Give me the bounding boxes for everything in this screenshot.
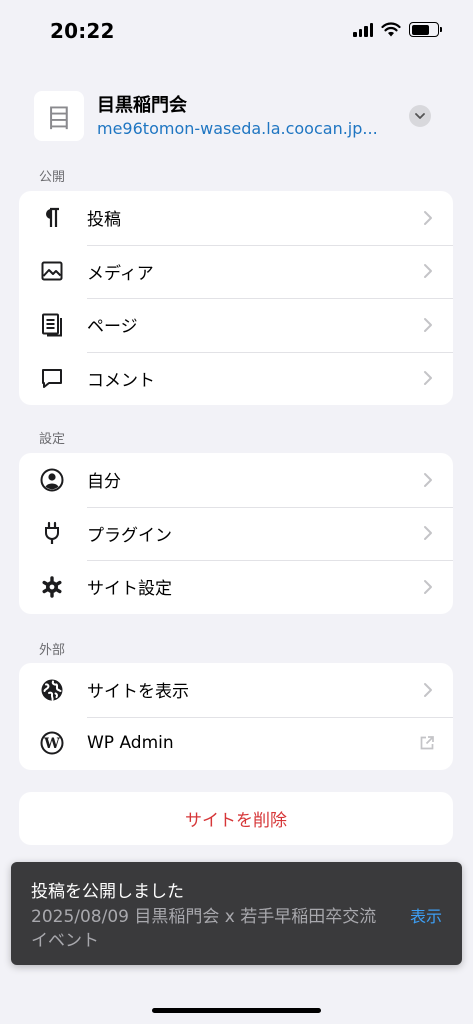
plug-icon xyxy=(40,521,64,545)
pages-icon xyxy=(40,313,64,337)
chevron-right-icon xyxy=(424,317,432,332)
site-title: 目黒稲門会 xyxy=(97,95,187,116)
wordpress-icon: W xyxy=(40,731,64,755)
chevron-down-icon xyxy=(415,113,425,119)
chevron-right-icon xyxy=(424,371,432,386)
menu-item-site-settings[interactable]: サイト設定 xyxy=(19,560,453,614)
site-url[interactable]: me96tomon-waseda.la.coocan.jp... xyxy=(97,119,397,138)
menu-item-plugins[interactable]: プラグイン xyxy=(19,506,453,561)
chevron-right-icon xyxy=(424,264,432,279)
user-circle-icon xyxy=(40,468,64,492)
svg-text:W: W xyxy=(43,736,60,752)
menu-item-label: 投稿 xyxy=(87,210,121,231)
menu-item-pages[interactable]: ページ xyxy=(19,298,453,352)
menu-item-label: メディア xyxy=(87,263,154,284)
external-link-icon xyxy=(420,736,434,750)
site-header[interactable]: 目 目黒稲門会 me96tomon-waseda.la.coocan.jp... xyxy=(34,91,439,141)
delete-site-label: サイトを削除 xyxy=(185,811,287,831)
status-icons xyxy=(353,22,442,37)
menu-item-label: サイト設定 xyxy=(87,579,172,600)
section-label-external: 外部 xyxy=(39,643,66,658)
comment-icon xyxy=(40,366,64,390)
menu-item-me[interactable]: 自分 xyxy=(19,453,453,507)
toast-title: 投稿を公開しました xyxy=(31,882,184,902)
chevron-right-icon xyxy=(424,526,432,541)
gear-icon xyxy=(40,575,64,599)
menu-item-label: サイトを表示 xyxy=(87,682,189,703)
menu-item-label: ページ xyxy=(87,317,138,338)
external-group: サイトを表示 W WP Admin xyxy=(19,663,453,770)
status-bar: 20:22 xyxy=(0,0,473,62)
menu-item-label: プラグイン xyxy=(87,525,172,546)
chevron-right-icon xyxy=(424,210,432,225)
site-icon[interactable]: 目 xyxy=(34,91,84,141)
menu-item-wp-admin[interactable]: W WP Admin xyxy=(19,716,453,771)
delete-site-button[interactable]: サイトを削除 xyxy=(19,792,453,845)
image-icon xyxy=(40,259,64,283)
signal-icon xyxy=(353,22,373,37)
menu-item-posts[interactable]: 投稿 xyxy=(19,191,453,245)
pilcrow-icon xyxy=(40,206,64,230)
toast-view-button[interactable]: 表示 xyxy=(410,903,442,927)
menu-item-media[interactable]: メディア xyxy=(19,244,453,299)
battery-icon xyxy=(409,22,442,37)
chevron-right-icon xyxy=(424,682,432,697)
menu-item-label: WP Admin xyxy=(87,733,174,754)
chevron-right-icon xyxy=(424,579,432,594)
chevron-right-icon xyxy=(424,472,432,487)
toast-message: 2025/08/09 目黒稲門会 x 若手早稲田卒交流イベント xyxy=(31,907,377,951)
publish-group: 投稿 メディア ページ コメント xyxy=(19,191,453,405)
menu-item-label: 自分 xyxy=(87,472,121,493)
site-switcher-button[interactable] xyxy=(409,105,431,127)
menu-item-label: コメント xyxy=(87,370,155,391)
home-indicator[interactable] xyxy=(152,1008,321,1013)
wifi-icon xyxy=(381,22,401,37)
section-label-publish: 公開 xyxy=(39,170,66,185)
section-label-settings: 設定 xyxy=(39,432,66,447)
status-time: 20:22 xyxy=(50,19,115,43)
menu-item-comments[interactable]: コメント xyxy=(19,351,453,406)
menu-item-view-site[interactable]: サイトを表示 xyxy=(19,663,453,717)
globe-icon xyxy=(40,678,64,702)
toast-notification: 投稿を公開しました 2025/08/09 目黒稲門会 x 若手早稲田卒交流イベン… xyxy=(11,862,462,965)
settings-group: 自分 プラグイン サイト設定 xyxy=(19,453,453,614)
